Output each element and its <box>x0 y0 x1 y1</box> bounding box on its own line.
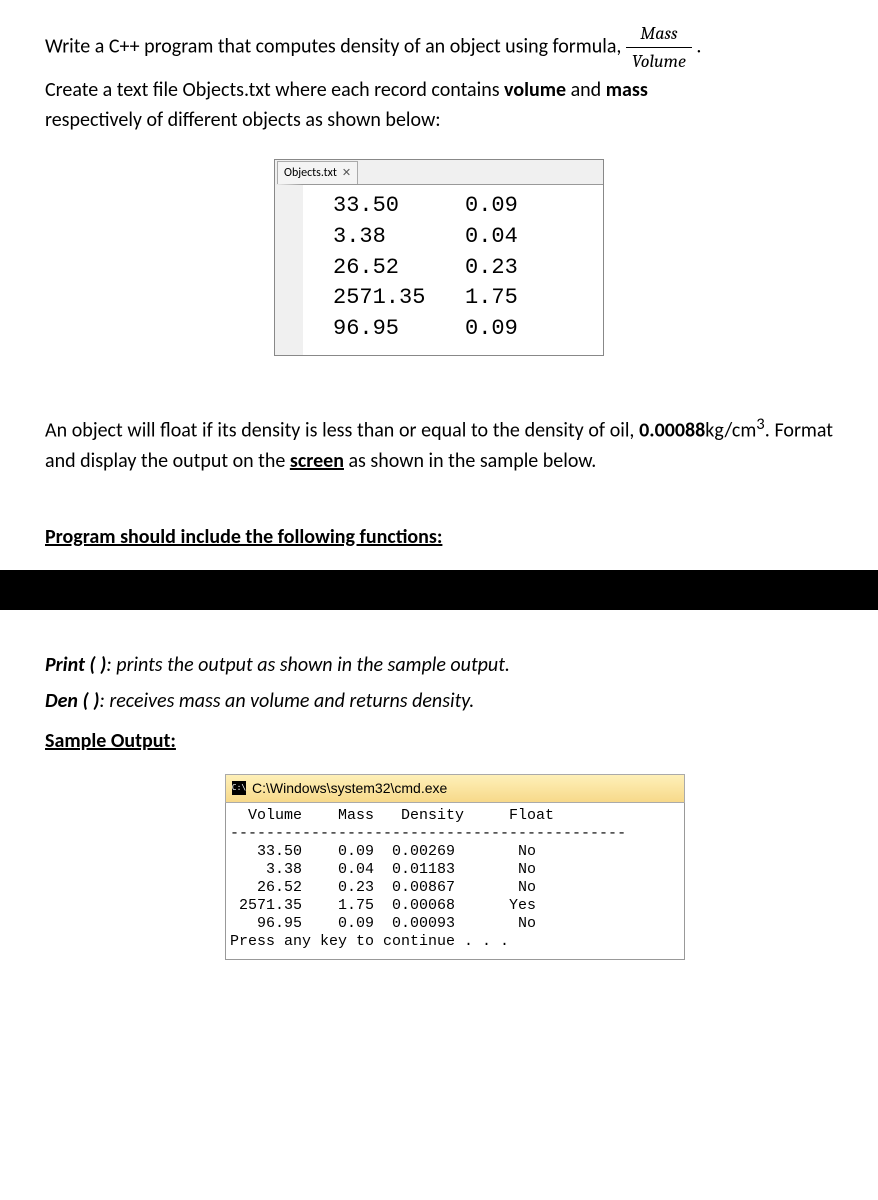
close-icon[interactable]: ✕ <box>342 165 351 182</box>
cmd-body: Volume Mass Density Float --------------… <box>225 803 685 960</box>
den-function-desc: Den ( ): receives mass an volume and ret… <box>45 686 833 716</box>
den-fn-name: Den ( ) <box>45 689 99 713</box>
float-paragraph: An object will float if its density is l… <box>45 412 833 476</box>
print-function-desc: Print ( ): prints the output as shown in… <box>45 650 833 680</box>
objects-file-window: Objects.txt ✕ 33.50 0.09 3.38 0.04 26.52… <box>274 159 604 356</box>
density-formula: Mass Volume <box>626 20 692 75</box>
print-fn-name: Print ( ) <box>45 653 106 677</box>
cmd-window: C:\ C:\Windows\system32\cmd.exe Volume M… <box>225 774 685 960</box>
formula-numerator: Mass <box>626 20 692 48</box>
cmd-titlebar: C:\ C:\Windows\system32\cmd.exe <box>225 774 685 803</box>
intro-bold-volume: volume <box>504 78 566 102</box>
den-fn-rest: : receives mass an volume and returns de… <box>99 689 474 713</box>
intro-line2-text: Create a text file Objects.txt where eac… <box>45 78 504 102</box>
oil-density-unit: kg/cm <box>705 419 756 443</box>
functions-heading: Program should include the following fun… <box>45 522 833 552</box>
intro-line3-text: respectively of different objects as sho… <box>45 108 441 132</box>
intro-bold-mass: mass <box>606 78 648 102</box>
formula-denominator: Volume <box>626 48 692 75</box>
file-tabbar: Objects.txt ✕ <box>275 160 603 184</box>
intro-line2-mid: and <box>571 78 606 102</box>
screen-word: screen <box>290 449 344 473</box>
cmd-title-text: C:\Windows\system32\cmd.exe <box>252 778 447 799</box>
sample-output-heading: Sample Output: <box>45 726 833 756</box>
period1: . <box>696 34 701 58</box>
file-body: 33.50 0.09 3.38 0.04 26.52 0.23 2571.35 … <box>275 184 603 355</box>
float-text3: as shown in the sample below. <box>344 449 596 473</box>
cmd-icon: C:\ <box>232 781 246 795</box>
intro-paragraph: Write a C++ program that computes densit… <box>45 20 833 135</box>
oil-density-sup: 3 <box>756 414 764 434</box>
float-text1: An object will float if its density is l… <box>45 419 639 443</box>
intro-line1-text: Write a C++ program that computes densit… <box>45 34 626 58</box>
file-tab[interactable]: Objects.txt ✕ <box>277 161 358 184</box>
file-tab-label: Objects.txt <box>284 164 337 182</box>
oil-density-value: 0.00088 <box>639 419 705 443</box>
print-fn-rest: : prints the output as shown in the samp… <box>106 653 510 677</box>
black-divider-bar <box>0 570 878 610</box>
